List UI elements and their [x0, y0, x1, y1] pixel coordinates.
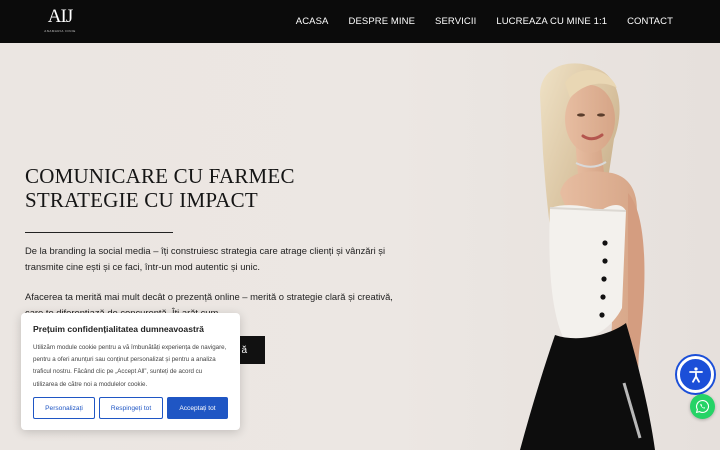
- hero-title-line-2: STRATEGIE CU IMPACT: [25, 188, 258, 212]
- cookie-accept-button[interactable]: Acceptați tot: [167, 397, 228, 419]
- accessibility-button[interactable]: [677, 356, 714, 393]
- cookie-title: Prețuim confidențialitatea dumneavoastră: [33, 324, 204, 334]
- nav-item-despre-mine[interactable]: DESPRE MINE: [348, 16, 415, 27]
- nav-item-servicii[interactable]: SERVICII: [435, 16, 476, 27]
- nav-item-lucreaza-cu-mine[interactable]: LUCREAZA CU MINE 1:1: [496, 16, 607, 27]
- cookie-buttons: Personalizați Respingeți tot Acceptați t…: [33, 397, 228, 419]
- hero-divider: [25, 232, 173, 233]
- cookie-consent-banner: Prețuim confidențialitatea dumneavoastră…: [21, 313, 240, 430]
- hero-paragraph-1: De la branding la social media – îți con…: [25, 245, 386, 272]
- whatsapp-button[interactable]: [690, 394, 715, 419]
- cookie-reject-button[interactable]: Respingeți tot: [99, 397, 163, 419]
- hero-title: COMUNICARE CU FARMEC STRATEGIE CU IMPACT: [25, 164, 295, 212]
- nav-item-contact[interactable]: CONTACT: [627, 16, 673, 27]
- cookie-text: Utilizăm module cookie pentru a vă îmbun…: [33, 344, 227, 388]
- accessibility-icon: [688, 366, 703, 383]
- hero-portrait: [520, 63, 655, 450]
- logo-subtitle: ANAMARIA IONIE: [44, 29, 76, 33]
- logo[interactable]: AIJ ANAMARIA IONIE: [42, 6, 78, 38]
- hero-title-line-1: COMUNICARE CU FARMEC: [25, 164, 295, 188]
- site-header: AIJ ANAMARIA IONIE ACASA DESPRE MINE SER…: [0, 0, 720, 43]
- whatsapp-icon: [695, 399, 710, 414]
- nav-item-acasa[interactable]: ACASA: [296, 16, 329, 27]
- cookie-customize-button[interactable]: Personalizați: [33, 397, 95, 419]
- logo-mark: AIJ: [47, 6, 73, 27]
- main-nav: ACASA DESPRE MINE SERVICII LUCREAZA CU M…: [276, 0, 673, 43]
